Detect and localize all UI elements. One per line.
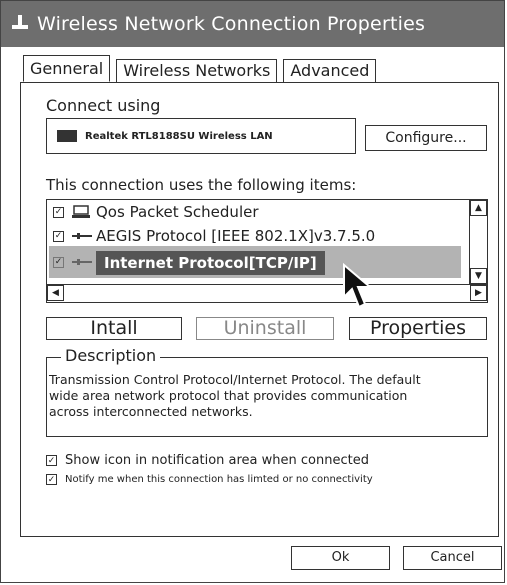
item-checkbox[interactable]: ✓ — [53, 206, 64, 218]
tab-advanced[interactable]: Advanced — [283, 59, 377, 82]
notify-option[interactable]: ✓ Notify me when this connection has lim… — [46, 474, 373, 485]
protocol-icon — [72, 229, 92, 243]
uninstall-button[interactable]: Uninstall — [196, 317, 334, 340]
tab-general[interactable]: Genneral — [23, 55, 111, 82]
scroll-left-arrow-icon[interactable]: ◀ — [47, 285, 64, 301]
item-checkbox[interactable]: ✓ — [53, 230, 64, 242]
scroll-up-arrow-icon[interactable]: ▲ — [470, 200, 487, 216]
adapter-field: Realtek RTL8188SU Wireless LAN — [46, 118, 356, 154]
item-label: AEGIS Protocol [IEEE 802.1X]v3.7.5.0 — [96, 227, 376, 245]
mouse-cursor-icon — [341, 262, 375, 317]
scheduler-icon — [72, 205, 92, 219]
item-checkbox[interactable]: ✓ — [53, 256, 64, 268]
notify-label: Notify me when this connection has limte… — [65, 474, 373, 485]
item-label: Qos Packet Scheduler — [96, 203, 259, 221]
scroll-right-arrow-icon[interactable]: ▶ — [470, 285, 487, 301]
description-legend: Description — [61, 346, 161, 365]
title-bar[interactable]: Wireless Network Connection Properties — [1, 1, 504, 47]
description-line: across interconnected networks. — [49, 404, 253, 419]
show-icon-option[interactable]: ✓ Show icon in notification area when co… — [46, 453, 369, 468]
vertical-scrollbar[interactable]: ▲ ▼ — [469, 200, 487, 284]
adapter-name: Realtek RTL8188SU Wireless LAN — [85, 130, 273, 142]
item-label: Internet Protocol[TCP/IP] — [96, 251, 325, 275]
description-box: Description Transmission Control Protoco… — [46, 346, 488, 437]
install-button[interactable]: Intall — [46, 317, 182, 340]
list-item[interactable]: ✓ Qos Packet Scheduler — [53, 201, 259, 223]
items-list[interactable]: ✓ Qos Packet Scheduler ✓ AEGIS Protocol … — [46, 199, 488, 303]
configure-button[interactable]: Configure... — [365, 125, 487, 151]
list-item-selected[interactable]: ✓ Internet Protocol[TCP/IP] — [53, 251, 325, 275]
show-icon-checkbox[interactable]: ✓ — [46, 455, 57, 466]
tab-bar: Genneral Wireless Networks Advanced — [23, 55, 382, 82]
items-label: This connection uses the following items… — [46, 176, 357, 194]
description-text: Transmission Control Protocol/Internet P… — [49, 372, 485, 420]
horizontal-scrollbar[interactable]: ◀ ▶ — [47, 284, 487, 302]
list-item[interactable]: ✓ AEGIS Protocol [IEEE 802.1X]v3.7.5.0 — [53, 225, 375, 247]
tab-wireless-networks[interactable]: Wireless Networks — [116, 59, 278, 82]
connect-using-label: Connect using — [46, 96, 161, 115]
network-icon — [11, 14, 29, 34]
show-icon-label: Show icon in notification area when conn… — [65, 453, 369, 468]
ok-button[interactable]: Ok — [291, 546, 390, 570]
properties-button[interactable]: Properties — [349, 317, 487, 340]
network-adapter-icon — [57, 130, 77, 142]
scroll-down-arrow-icon[interactable]: ▼ — [470, 268, 487, 284]
notify-checkbox[interactable]: ✓ — [46, 474, 57, 485]
window-title: Wireless Network Connection Properties — [37, 13, 426, 35]
protocol-icon — [72, 255, 92, 269]
description-line: Transmission Control Protocol/Internet P… — [49, 372, 421, 387]
cancel-button[interactable]: Cancel — [403, 546, 502, 570]
description-line: wide area network protocol that provides… — [49, 388, 408, 403]
properties-dialog: Wireless Network Connection Properties G… — [0, 0, 505, 583]
